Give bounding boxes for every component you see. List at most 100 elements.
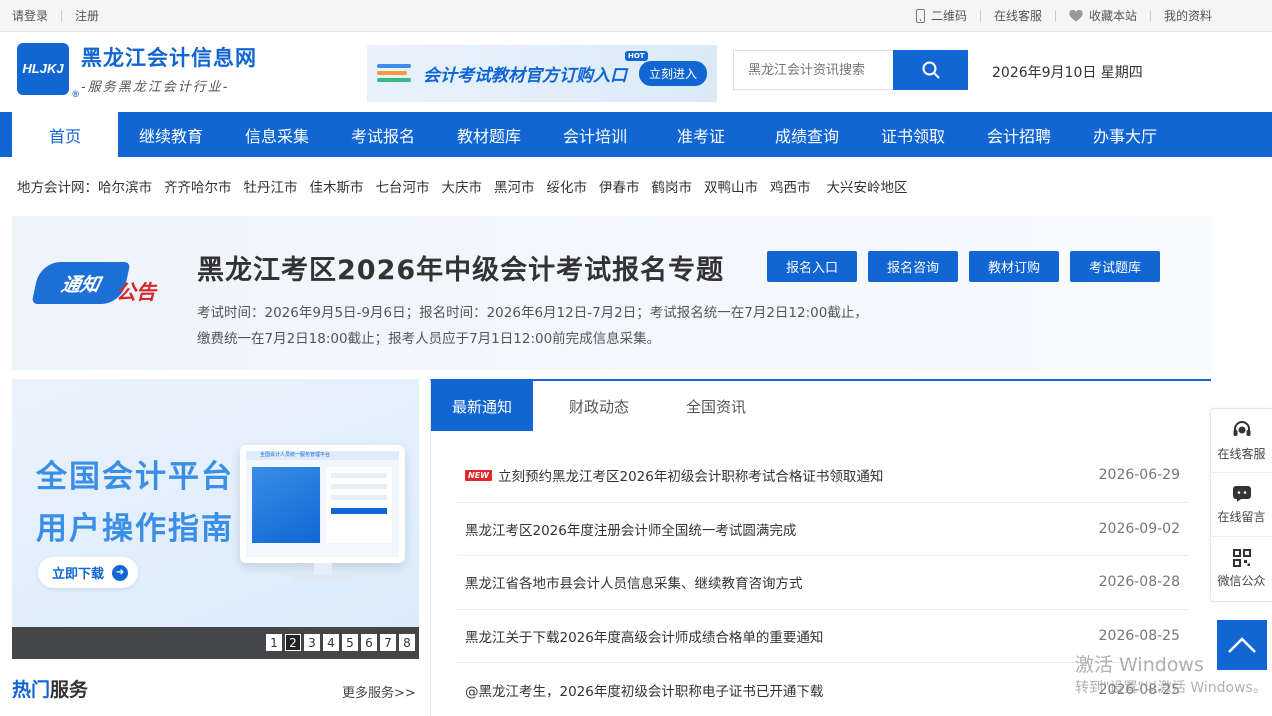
slide-dot[interactable]: 8 [399,634,415,651]
nav-training[interactable]: 会计培训 [542,112,648,157]
favorite-link[interactable]: 收藏本站 [1069,7,1137,24]
nav-continuing-education[interactable]: 继续教育 [118,112,224,157]
news-date: 2026-08-28 [1098,574,1180,591]
qrcode-label: 二维码 [930,9,967,23]
slide-dot[interactable]: 3 [304,634,320,651]
nav-exam-registration[interactable]: 考试报名 [330,112,436,157]
local-label: 地方会计网： [17,180,98,196]
windows-activation-hint: 转到"设置"以激活 Windows。 [1075,680,1267,696]
notice-title: 黑龙江考区2026年中级会计考试报名专题 [197,255,725,286]
news-date: 2026-08-25 [1098,627,1180,644]
nav-recruitment[interactable]: 会计招聘 [966,112,1072,157]
ad-enter-button[interactable]: HOT 立刻进入 [625,51,708,86]
nav-home[interactable]: 首页 [12,112,118,157]
top-bar: 请登录 注册 二维码 在线客服 收藏本站 我的资料 [0,0,1272,32]
local-sites: 地方会计网： 哈尔滨市 齐齐哈尔市 牡丹江市 佳木斯市 七台河市 大庆市 黑河市… [0,157,1272,215]
divider [1149,9,1151,22]
slide-dot[interactable]: 7 [380,634,396,651]
logo-title: 黑龙江会计信息网 [81,46,257,70]
news-item[interactable]: NEW 立刻预约黑龙江考区2026年初级会计职称考试合格证书领取通知 2026-0… [457,449,1188,503]
slide-dot[interactable]: 5 [342,634,358,651]
main-nav: 首页 继续教育 信息采集 考试报名 教材题库 会计培训 准考证 成绩查询 证书领… [0,112,1272,157]
tab-latest-notice[interactable]: 最新通知 [431,381,533,431]
download-button[interactable]: 立即下载 ➜ [38,557,139,588]
tab-national-news[interactable]: 全国资讯 [665,381,767,431]
phone-icon [915,8,925,23]
city-link[interactable]: 大兴安岭地区 [827,176,908,196]
chevron-up-icon [1228,637,1256,653]
new-tag: NEW [465,469,492,481]
ad-text: 会计考试教材官方订购入口 [423,66,627,86]
search-button[interactable] [893,50,968,90]
city-link[interactable]: 齐齐哈尔市 [164,176,232,196]
register-link[interactable]: 注册 [75,7,99,24]
current-date: 2026年9月10日 星期四 [992,65,1143,81]
city-link[interactable]: 绥化市 [547,176,588,196]
header: HLJKJ ® 黑龙江会计信息网 -服务黑龙江会计行业- 会计考试教材官方订购入… [0,32,1272,112]
news-item[interactable]: 黑龙江考区2026年度注册会计师全国统一考试圆满完成 2026-09-02 [457,503,1188,556]
nav-textbooks[interactable]: 教材题库 [436,112,542,157]
city-link[interactable]: 鸡西市 [770,176,811,196]
slide-dot-active[interactable]: 2 [285,634,301,651]
login-link[interactable]: 请登录 [12,7,48,24]
city-link[interactable]: 大庆市 [442,176,483,196]
more-services-link[interactable]: 更多服务>> [342,682,416,701]
search-box [733,50,968,90]
arrow-right-icon: ➜ [112,564,129,581]
city-link[interactable]: 佳木斯市 [310,176,364,196]
divider [979,9,981,22]
nav-score-query[interactable]: 成绩查询 [754,112,860,157]
logo-mark: HLJKJ ® [17,42,79,99]
heart-icon [1069,9,1083,21]
tab-finance-news[interactable]: 财政动态 [548,381,650,431]
news-date: 2026-09-02 [1098,520,1180,537]
city-link[interactable]: 鹤岗市 [652,176,693,196]
divider [1054,9,1056,22]
qrcode-link[interactable]: 二维码 [915,7,967,24]
city-link[interactable]: 黑河市 [494,176,535,196]
notice-description: 考试时间：2026年9月5日-9月6日；报名时间：2026年6月12日-7月2日… [197,305,868,347]
registration-entry-button[interactable]: 报名入口 [767,251,857,282]
online-service-link[interactable]: 在线客服 [994,7,1042,24]
notice-badge: 通知 公告 [31,258,176,320]
floating-sidebar: 在线客服 在线留言 微信公众 [1210,408,1272,602]
city-link[interactable]: 牡丹江市 [244,176,298,196]
city-link[interactable]: 哈尔滨市 [98,176,152,196]
float-message[interactable]: 在线留言 [1211,473,1272,537]
nav-info-collection[interactable]: 信息采集 [224,112,330,157]
city-link[interactable]: 七台河市 [376,176,430,196]
slider-pagination-bar: 1 2 3 4 5 6 7 8 [12,627,419,659]
float-online-service[interactable]: 在线客服 [1211,409,1272,473]
slide-dot[interactable]: 6 [361,634,377,651]
chat-bubble-icon [1232,485,1251,502]
news-item[interactable]: 黑龙江省各地市县会计人员信息采集、继续教育咨询方式 2026-08-28 [457,556,1188,610]
hot-services-title: 热门服务 [12,679,89,701]
logo-subtitle: -服务黑龙江会计行业- [81,80,230,95]
search-input[interactable] [733,50,893,90]
news-date: 2026-06-29 [1098,467,1180,484]
slider-title: 全国会计平台 用户操作指南 [36,459,234,547]
exam-notice-panel: 通知 公告 黑龙江考区2026年中级会计考试报名专题 报名入口 报名咨询 教材订… [12,216,1212,370]
textbook-ad-banner[interactable]: 会计考试教材官方订购入口 HOT 立刻进入 [367,45,717,102]
guide-banner-slider[interactable]: 全国会计平台 用户操作指南 立即下载 ➜ 全国会计人员统一服务管理平台 1 2 … [12,379,419,659]
monitor-illustration: 全国会计人员统一服务管理平台 [240,445,405,563]
slide-dot[interactable]: 4 [323,634,339,651]
nav-service-hall[interactable]: 办事大厅 [1072,112,1178,157]
slide-dot[interactable]: 1 [266,634,282,651]
profile-link[interactable]: 我的资料 [1164,7,1212,24]
nav-certificate[interactable]: 证书领取 [860,112,966,157]
search-icon [922,61,939,79]
nav-admission-ticket[interactable]: 准考证 [648,112,754,157]
city-link[interactable]: 伊春市 [599,176,640,196]
question-bank-button[interactable]: 考试题库 [1070,251,1160,282]
city-link[interactable]: 双鸭山市 [704,176,758,196]
site-logo[interactable]: HLJKJ ® 黑龙江会计信息网 -服务黑龙江会计行业- [17,42,257,99]
qrcode-icon [1232,549,1251,567]
divider [61,9,63,22]
favorite-label: 收藏本站 [1088,9,1137,23]
registration-consult-button[interactable]: 报名咨询 [868,251,958,282]
windows-activation-watermark: 激活 Windows [1075,654,1204,676]
float-wechat[interactable]: 微信公众 [1211,537,1272,601]
textbook-order-button[interactable]: 教材订购 [969,251,1059,282]
back-to-top-button[interactable] [1217,620,1267,670]
